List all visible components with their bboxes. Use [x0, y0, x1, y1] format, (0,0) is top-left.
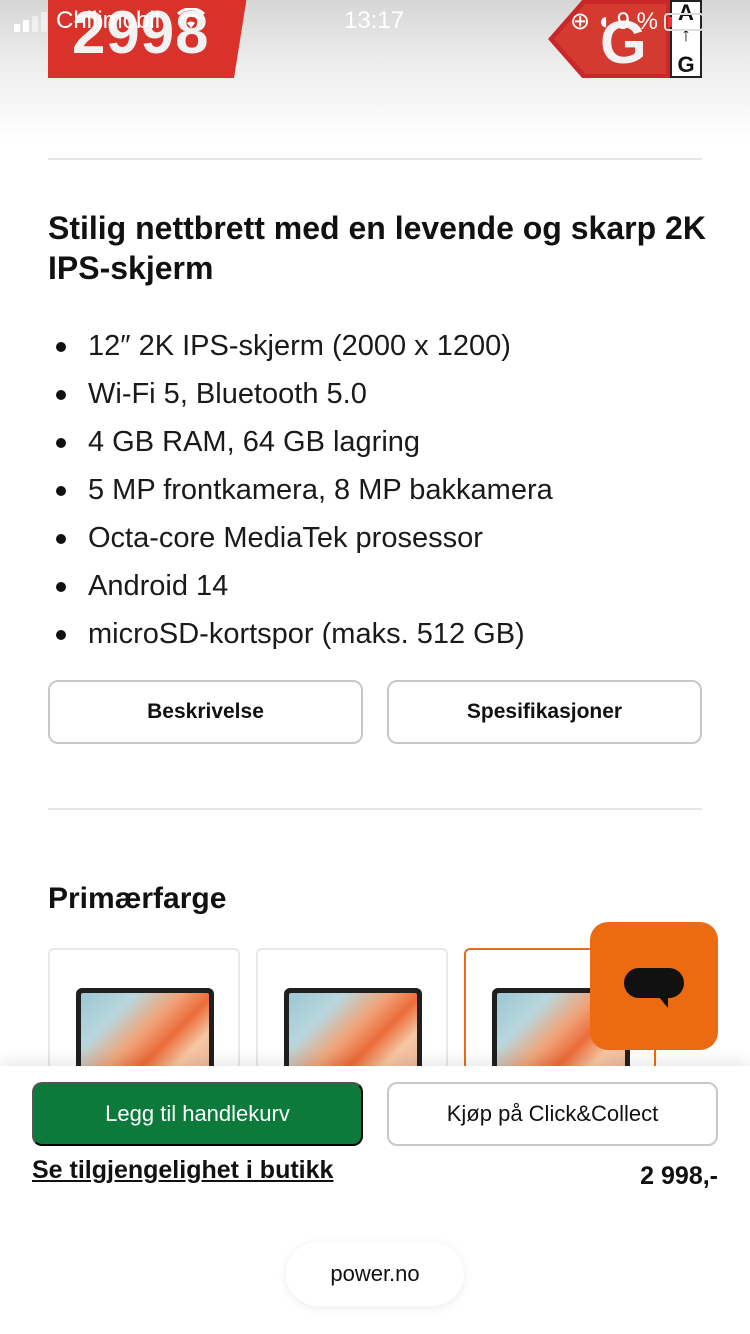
headphones-icon: ◖: [596, 7, 611, 35]
product-headline: Stilig nettbrett med en levende og skarp…: [48, 210, 706, 286]
feature-item: 4 GB RAM, 64 GB lagring: [48, 418, 708, 466]
specifications-button[interactable]: Spesifikasjoner: [387, 680, 702, 744]
divider-middle: [48, 808, 702, 810]
feature-item: Wi-Fi 5, Bluetooth 5.0: [48, 370, 708, 418]
feature-item: microSD-kortspor (maks. 512 GB): [48, 610, 708, 658]
url-bar[interactable]: power.no: [286, 1242, 464, 1306]
description-button[interactable]: Beskrivelse: [48, 680, 363, 744]
chat-button[interactable]: [590, 922, 718, 1050]
feature-item: Octa-core MediaTek prosessor: [48, 514, 708, 562]
store-availability-link[interactable]: Se tilgjengelighet i butikk: [32, 1156, 333, 1185]
battery-icon: [663, 12, 704, 31]
feature-item: Android 14: [48, 562, 708, 610]
energy-scale-bottom: G: [677, 52, 695, 77]
product-price: 2 998,-: [640, 1162, 718, 1190]
feature-item: 12″ 2K IPS-skjerm (2000 x 1200): [48, 322, 708, 370]
wifi-icon: [176, 7, 206, 37]
battery-percent: 9 %: [616, 7, 658, 35]
chat-bubble-icon: [624, 968, 684, 998]
purchase-bar: Legg til handlekurv Kjøp på Click&Collec…: [0, 1066, 750, 1334]
signal-icon: [14, 12, 47, 32]
feature-list: 12″ 2K IPS-skjerm (2000 x 1200) Wi-Fi 5,…: [48, 322, 708, 658]
orientation-lock-icon: ⊕: [570, 8, 591, 35]
color-section-title: Primærfarge: [48, 882, 227, 915]
status-right: ⊕ ◖ 9 %: [570, 7, 704, 36]
clock: 13:17: [344, 7, 405, 34]
feature-item: 5 MP frontkamera, 8 MP bakkamera: [48, 466, 708, 514]
status-bar: Chilimobil 13:17 ⊕ ◖ 9 %: [0, 0, 750, 40]
click-collect-button[interactable]: Kjøp på Click&Collect: [387, 1082, 718, 1146]
divider-top: [48, 158, 702, 160]
add-to-cart-button[interactable]: Legg til handlekurv: [32, 1082, 363, 1146]
carrier-name: Chilimobil: [56, 7, 161, 34]
